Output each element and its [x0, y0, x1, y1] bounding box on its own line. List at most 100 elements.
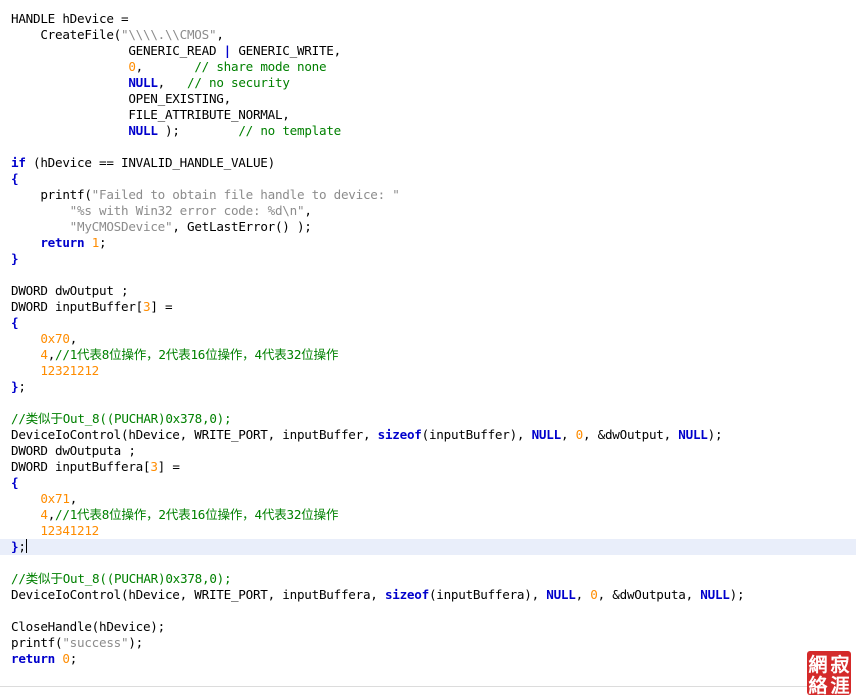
code-line[interactable]: [0, 139, 856, 155]
code-line[interactable]: DWORD dwOutput ;: [0, 283, 856, 299]
code-line[interactable]: CloseHandle(hDevice);: [0, 619, 856, 635]
code-token: 4: [40, 507, 48, 522]
code-line[interactable]: [0, 603, 856, 619]
code-token: ,: [560, 427, 576, 442]
code-token: (inputBuffer),: [421, 427, 532, 442]
code-line[interactable]: return 1;: [0, 235, 856, 251]
code-line[interactable]: DWORD inputBuffer[3] =: [0, 299, 856, 315]
code-line-text: return 0;: [11, 651, 77, 667]
code-line[interactable]: OPEN_EXISTING,: [0, 91, 856, 107]
code-line[interactable]: [0, 395, 856, 411]
code-token: ,: [304, 203, 312, 218]
seal-char-1: 寂: [830, 653, 849, 676]
code-line[interactable]: 0x71,: [0, 491, 856, 507]
code-token: , &dwOutputa,: [597, 587, 701, 602]
code-line-text: 0x71,: [11, 491, 77, 507]
code-line-text: FILE_ATTRIBUTE_NORMAL,: [11, 107, 290, 123]
code-token: NULL: [128, 75, 158, 90]
code-token: return: [11, 651, 55, 666]
code-line[interactable]: {: [0, 475, 856, 491]
code-token: NULL: [128, 123, 158, 138]
code-line-text: if (hDevice == INVALID_HANDLE_VALUE): [11, 155, 275, 171]
code-line[interactable]: 12341212: [0, 523, 856, 539]
code-line[interactable]: if (hDevice == INVALID_HANDLE_VALUE): [0, 155, 856, 171]
code-token: CreateFile(: [11, 27, 121, 42]
code-token: "MyCMOSDevice": [69, 219, 173, 234]
code-line-text: //类似于Out_8((PUCHAR)0x378,0);: [11, 411, 232, 427]
code-line[interactable]: 0, // share mode none: [0, 59, 856, 75]
code-line[interactable]: {: [0, 171, 856, 187]
code-token: CloseHandle(hDevice);: [11, 619, 165, 634]
code-line[interactable]: HANDLE hDevice =: [0, 11, 856, 27]
code-line[interactable]: }: [0, 251, 856, 267]
code-token: ,: [157, 75, 188, 90]
code-line-text: 0, // share mode none: [11, 59, 326, 75]
code-line[interactable]: 4,//1代表8位操作，2代表16位操作，4代表32位操作: [0, 507, 856, 523]
code-line-text: "%s with Win32 error code: %d\n",: [11, 203, 312, 219]
code-token: |: [223, 43, 232, 58]
code-line[interactable]: printf("success");: [0, 635, 856, 651]
code-token: ,: [69, 331, 78, 346]
code-token: (hDevice == INVALID_HANDLE_VALUE): [25, 155, 275, 170]
code-line-text: {: [11, 171, 19, 187]
text-caret: [25, 539, 27, 553]
code-token: ,: [216, 27, 224, 42]
code-token: 0: [62, 651, 70, 666]
code-line[interactable]: 0x70,: [0, 331, 856, 347]
code-token: ;: [18, 379, 26, 394]
code-line[interactable]: NULL, // no security: [0, 75, 856, 91]
code-token: ] =: [157, 459, 180, 474]
code-line[interactable]: //类似于Out_8((PUCHAR)0x378,0);: [0, 571, 856, 587]
code-token: FILE_ATTRIBUTE_NORMAL,: [11, 107, 290, 122]
code-line[interactable]: };: [0, 539, 856, 555]
code-token: ;: [18, 539, 26, 554]
code-line[interactable]: DeviceIoControl(hDevice, WRITE_PORT, inp…: [0, 427, 856, 443]
code-line-text: {: [11, 315, 19, 331]
code-line[interactable]: DeviceIoControl(hDevice, WRITE_PORT, inp…: [0, 587, 856, 603]
code-token: 0x70: [40, 331, 70, 346]
code-line[interactable]: //类似于Out_8((PUCHAR)0x378,0);: [0, 411, 856, 427]
code-token: ,: [135, 59, 195, 74]
code-token: printf(: [11, 635, 63, 650]
code-line[interactable]: DWORD dwOutputa ;: [0, 443, 856, 459]
code-token: 0x71: [40, 491, 70, 506]
code-token: DWORD dwOutputa ;: [11, 443, 136, 458]
code-line[interactable]: DWORD inputBuffera[3] =: [0, 459, 856, 475]
code-line[interactable]: CreateFile("\\\\.\\CMOS",: [0, 27, 856, 43]
code-token: OPEN_EXISTING,: [11, 91, 231, 106]
code-token: //类似于Out_8((PUCHAR)0x378,0);: [11, 571, 232, 586]
code-line[interactable]: };: [0, 379, 856, 395]
code-token: );: [729, 587, 745, 602]
code-line-text: DWORD dwOutput ;: [11, 283, 129, 299]
code-line[interactable]: "%s with Win32 error code: %d\n",: [0, 203, 856, 219]
code-line[interactable]: "MyCMOSDevice", GetLastError() );: [0, 219, 856, 235]
code-line-text: "MyCMOSDevice", GetLastError() );: [11, 219, 312, 235]
code-line[interactable]: return 0;: [0, 651, 856, 667]
code-editor[interactable]: HANDLE hDevice = CreateFile("\\\\.\\CMOS…: [0, 0, 856, 700]
code-line[interactable]: {: [0, 315, 856, 331]
code-token: HANDLE hDevice =: [11, 11, 129, 26]
code-token: // no security: [187, 75, 290, 90]
code-token: (inputBuffera),: [428, 587, 547, 602]
code-line-text: };: [11, 379, 26, 395]
seal-char-2: 涯: [830, 674, 849, 696]
code-line-text: printf("Failed to obtain file handle to …: [11, 187, 400, 203]
code-line[interactable]: GENERIC_READ | GENERIC_WRITE,: [0, 43, 856, 59]
code-line[interactable]: 4,//1代表8位操作，2代表16位操作，4代表32位操作: [0, 347, 856, 363]
code-line[interactable]: FILE_ATTRIBUTE_NORMAL,: [0, 107, 856, 123]
code-token: "success": [62, 635, 129, 650]
code-line-text: //类似于Out_8((PUCHAR)0x378,0);: [11, 571, 232, 587]
code-line[interactable]: [0, 555, 856, 571]
code-token: 4: [40, 347, 48, 362]
code-token: 0: [128, 59, 136, 74]
code-line[interactable]: printf("Failed to obtain file handle to …: [0, 187, 856, 203]
code-token: {: [11, 315, 19, 330]
code-line[interactable]: 12321212: [0, 363, 856, 379]
code-line[interactable]: [0, 267, 856, 283]
code-line[interactable]: NULL ); // no template: [0, 123, 856, 139]
